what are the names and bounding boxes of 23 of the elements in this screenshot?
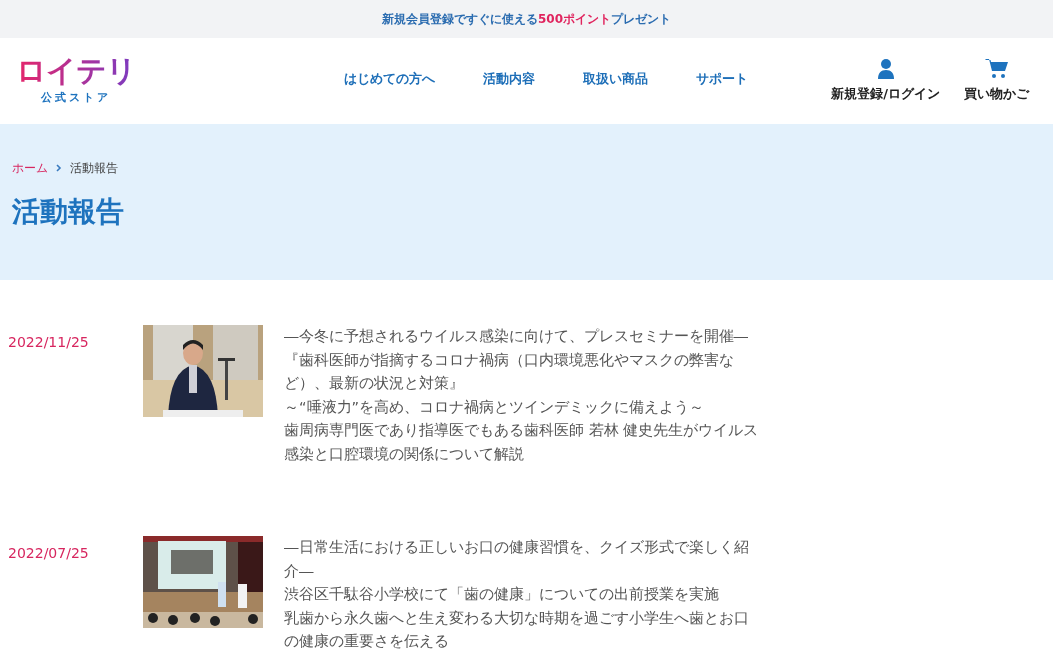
page-title: 活動報告 xyxy=(12,195,125,229)
article-text: ―今冬に予想されるウイルス感染に向けて、プレスセミナーを開催― xyxy=(284,327,749,346)
nav-link[interactable]: はじめての方へ xyxy=(344,69,435,89)
article-text: ―日常生活における正しいお口の健康習慣を、クイズ形式で楽しく紹介― xyxy=(284,538,750,581)
breadcrumb-link[interactable]: ホーム xyxy=(12,160,48,178)
breadcrumb-current: 活動報告 xyxy=(70,160,118,177)
article-text: 渋谷区千駄谷小学校にて「歯の健康」についての出前授業を実施 xyxy=(284,585,720,604)
logo-subtitle: 公式ストア xyxy=(41,89,111,106)
article-text: 乳歯から永久歯へと生え変わる大切な時期を過ごす小学生へ歯とお口の健康の重要さを伝える xyxy=(284,608,750,651)
nav-link[interactable]: 活動内容 xyxy=(483,69,535,89)
article-text: ～“唾液力”を高め、コロナ禍病とツインデミックに備えよう～ xyxy=(284,397,706,417)
nav-link[interactable]: 取扱い商品 xyxy=(583,69,648,89)
promo-banner-link[interactable]: 新規会員登録ですぐに使える500ポイント プレゼント xyxy=(381,10,672,28)
cart-link[interactable]: 買い物かご xyxy=(964,84,1029,104)
article-date: 2022/11/25 xyxy=(8,333,90,352)
chevron-icon xyxy=(56,164,62,173)
cart-icon xyxy=(984,58,1009,81)
login-link[interactable]: 新規登録/ログイン xyxy=(831,84,940,104)
article-date: 2022/07/25 xyxy=(8,544,90,563)
article-text: 歯周病専門医であり指導医でもある歯科医師 若林 健史先生がウイルス感染と口腔環境の関係について解説 xyxy=(284,421,760,464)
user-icon xyxy=(876,58,895,81)
nav-link[interactable]: サポート xyxy=(696,69,748,89)
article-text: 『歯科医師が指摘するコロナ禍病（口内環境悪化やマスクの弊害など）、最新の状況と対策』 xyxy=(284,350,735,393)
